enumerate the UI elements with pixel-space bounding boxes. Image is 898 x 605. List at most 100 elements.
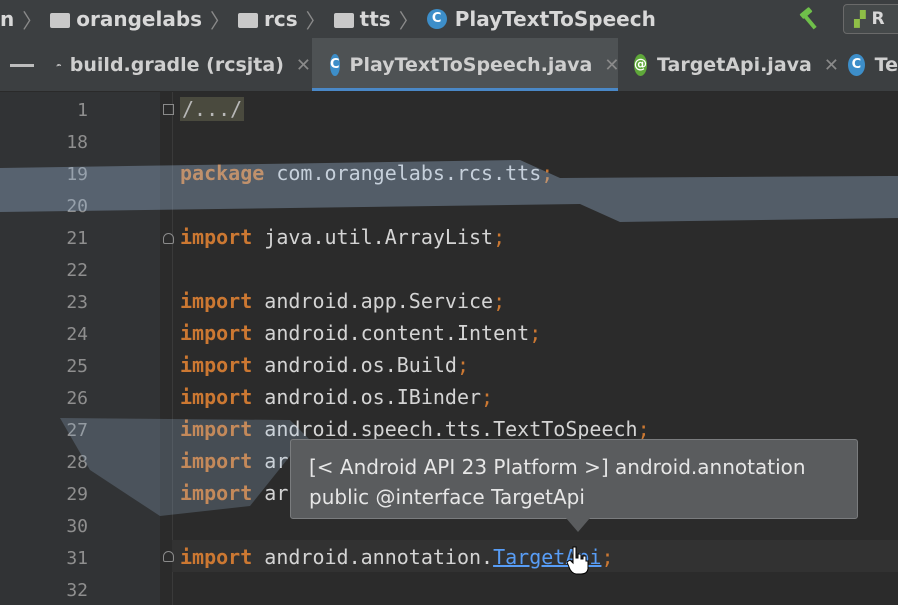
line-number: 31: [66, 548, 88, 569]
line-number: 27: [66, 420, 88, 441]
breadcrumb-item-root[interactable]: n: [0, 7, 14, 31]
tooltip-pointer: [566, 518, 590, 532]
line-number: 25: [66, 356, 88, 377]
keyword: package: [180, 161, 265, 185]
breadcrumb-item-orangelabs[interactable]: orangelabs: [50, 7, 202, 31]
semicolon: ;: [456, 353, 469, 377]
tab-label: Te: [874, 54, 898, 76]
keyword: import: [180, 225, 253, 249]
breadcrumb-label: n: [0, 7, 15, 31]
class-icon: C: [426, 9, 447, 29]
breadcrumb-separator: 〉: [22, 8, 43, 33]
breadcrumb-separator: 〉: [398, 8, 419, 33]
breadcrumb-label: PlayTextToSpeech: [454, 7, 656, 31]
code-line-29[interactable]: import ar: [180, 481, 288, 505]
line-number: 19: [66, 164, 88, 185]
tab-build-gradle[interactable]: build.gradle (rcsjta) ✕: [56, 38, 311, 91]
gradle-icon: [56, 64, 62, 67]
code-line-19[interactable]: package com.orangelabs.rcs.tts;: [180, 161, 553, 185]
navigation-bar: n 〉 orangelabs 〉 rcs 〉 tts 〉 C PlayTextT…: [0, 0, 898, 38]
tab-label: PlayTextToSpeech.java: [349, 54, 593, 76]
import-path: android.os.Build: [252, 353, 457, 377]
breadcrumb-item-playtexttospeech[interactable]: C PlayTextToSpeech: [426, 7, 656, 31]
keyword: import: [180, 545, 253, 569]
code-line-26[interactable]: import android.os.IBinder;: [180, 385, 493, 409]
tab-label: TargetApi.java: [657, 54, 812, 76]
tab-label: build.gradle (rcsjta): [69, 54, 284, 76]
code-line-27[interactable]: import android.speech.tts.TextToSpeech;: [180, 417, 650, 441]
close-icon[interactable]: ✕: [296, 55, 311, 76]
line-number: 18: [66, 132, 88, 153]
breadcrumb-separator: 〉: [305, 8, 326, 33]
import-path: android.content.Intent: [252, 321, 530, 345]
line-number: 29: [66, 484, 88, 505]
semicolon: ;: [493, 289, 506, 313]
fold-toggle-icon[interactable]: [163, 104, 174, 115]
keyword: import: [180, 321, 253, 345]
code-line-31[interactable]: import android.annotation.TargetApi;: [180, 545, 614, 569]
collapse-icon[interactable]: [10, 64, 34, 67]
semicolon: ;: [601, 545, 614, 569]
keyword: import: [180, 481, 253, 505]
fold-toggle-icon[interactable]: [163, 551, 174, 562]
code-line-25[interactable]: import android.os.Build;: [180, 353, 469, 377]
keyword: import: [180, 289, 253, 313]
breadcrumb-label: tts: [359, 7, 391, 31]
line-number: 20: [66, 196, 88, 217]
import-path: ar: [252, 449, 289, 473]
line-number: 22: [66, 260, 88, 281]
line-number: 24: [66, 324, 88, 345]
run-config-button[interactable]: ▞ R: [843, 4, 898, 34]
tab-targetapi[interactable]: @ TargetApi.java ✕: [634, 38, 839, 91]
annotation-icon: @: [634, 54, 647, 76]
import-path: android.speech.tts.TextToSpeech: [252, 417, 638, 441]
semicolon: ;: [493, 225, 506, 249]
import-path: android.app.Service: [252, 289, 494, 313]
tooltip-line-module: [< Android API 23 Platform >] android.an…: [309, 455, 806, 479]
package-name: com.orangelabs.rcs.tts: [264, 161, 542, 185]
line-number-gutter: 1 18 19 20 21 22 23 24 25 26 27 28 29 30…: [0, 92, 160, 605]
android-icon: ▞: [854, 10, 866, 28]
line-number: 26: [66, 388, 88, 409]
hand-cursor-icon: [566, 546, 589, 575]
keyword: import: [180, 353, 253, 377]
keyword: import: [180, 417, 253, 441]
line-number: 32: [66, 580, 88, 601]
semicolon: ;: [529, 321, 542, 345]
breadcrumb-item-rcs[interactable]: rcs: [238, 7, 298, 31]
import-path: ar: [252, 481, 289, 505]
breadcrumb-item-tts[interactable]: tts: [333, 7, 391, 31]
semicolon: ;: [541, 161, 554, 185]
tab-playtexttospeech[interactable]: C PlayTextToSpeech.java ✕: [312, 38, 619, 91]
line-number: 23: [66, 292, 88, 313]
class-icon: C: [848, 54, 865, 76]
line-number: 21: [66, 228, 88, 249]
import-path: android.annotation.: [252, 545, 494, 569]
folded-region[interactable]: /.../: [180, 97, 245, 121]
close-icon[interactable]: ✕: [604, 55, 619, 76]
semicolon: ;: [637, 417, 650, 441]
code-line-1[interactable]: /.../: [180, 97, 245, 121]
hammer-icon[interactable]: [797, 7, 821, 31]
editor-tab-bar: build.gradle (rcsjta) ✕ C PlayTextToSpee…: [0, 38, 898, 92]
fold-toggle-icon[interactable]: [163, 233, 174, 244]
semicolon: ;: [481, 385, 494, 409]
code-line-28[interactable]: import ar: [180, 449, 288, 473]
class-icon: C: [330, 54, 340, 76]
line-number: 28: [66, 452, 88, 473]
breadcrumb-label: orangelabs: [76, 7, 203, 31]
gutter-divider: [172, 92, 173, 605]
import-path: java.util.ArrayList: [252, 225, 494, 249]
close-icon[interactable]: ✕: [824, 55, 839, 76]
tab-te[interactable]: C Te: [848, 38, 898, 91]
code-line-23[interactable]: import android.app.Service;: [180, 289, 505, 313]
line-number: 30: [66, 516, 88, 537]
import-path: android.os.IBinder: [252, 385, 482, 409]
code-line-24[interactable]: import android.content.Intent;: [180, 321, 541, 345]
breadcrumb-label: rcs: [264, 7, 298, 31]
keyword: import: [180, 385, 253, 409]
folder-icon: [238, 12, 259, 28]
code-line-21[interactable]: import java.util.ArrayList;: [180, 225, 505, 249]
folder-icon: [50, 12, 71, 28]
run-config-label: R: [871, 9, 885, 29]
